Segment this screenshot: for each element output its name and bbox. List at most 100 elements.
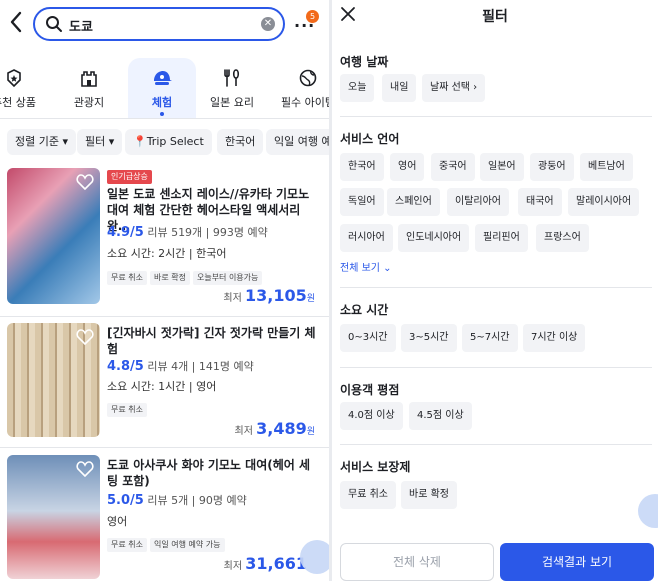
chat-assistant-icon[interactable] bbox=[638, 494, 658, 528]
trending-badge: 인기급상승 bbox=[107, 170, 152, 184]
option-language[interactable]: 베트남어 bbox=[580, 153, 633, 181]
chevron-right-icon: › bbox=[473, 82, 478, 93]
language: 영어 bbox=[107, 515, 128, 528]
search-bar: 도쿄 ✕ ··· 5 bbox=[0, 4, 329, 44]
rating-line: 4.8/5 리뷰 4개 | 141명 예약 bbox=[107, 359, 254, 374]
divider bbox=[340, 287, 652, 288]
heart-icon[interactable] bbox=[76, 461, 94, 477]
tab-experience[interactable]: 체험 bbox=[128, 58, 196, 118]
view-all-label: 전체 보기 bbox=[340, 263, 380, 274]
clear-icon[interactable]: ✕ bbox=[261, 17, 275, 31]
divider bbox=[340, 367, 652, 368]
utensils-icon bbox=[224, 69, 240, 87]
search-input[interactable]: 도쿄 ✕ bbox=[33, 7, 285, 41]
section-title-language: 서비스 언어 bbox=[340, 132, 400, 146]
option-duration[interactable]: 7시간 이상 bbox=[523, 324, 586, 352]
meta-line: 소요 시간: 2시간 | 한국어 bbox=[107, 247, 227, 260]
option-language[interactable]: 한국어 bbox=[340, 153, 384, 181]
sort-chip[interactable]: 정렬 기준 ▾ bbox=[7, 129, 77, 155]
tab-japanese-food[interactable]: 일본 요리 bbox=[200, 58, 264, 118]
option-language[interactable]: 러시아어 bbox=[340, 224, 393, 252]
chip-label: 익일 여행 예 bbox=[274, 135, 329, 148]
heart-icon[interactable] bbox=[76, 329, 94, 345]
rating-value: 4.8 bbox=[107, 359, 131, 374]
product-card[interactable]: 도쿄 아사쿠사 화야 기모노 대여(헤어 세팅 포함) 5.0/5 리뷰 5개 … bbox=[0, 455, 329, 581]
tag-row: 무료 취소 익일 여행 예약 가능 bbox=[107, 532, 228, 552]
option-language[interactable]: 말레이시아어 bbox=[568, 188, 640, 216]
booking-count: 993명 예약 bbox=[212, 226, 268, 239]
option-language[interactable]: 스페인어 bbox=[387, 188, 440, 216]
tag: 무료 취소 bbox=[107, 538, 147, 552]
option-language[interactable]: 일본어 bbox=[480, 153, 524, 181]
chat-assistant-icon[interactable] bbox=[300, 540, 329, 574]
option-pick-date[interactable]: 날짜 선택 › bbox=[422, 74, 486, 102]
search-results-panel: 도쿄 ✕ ··· 5 추천 상품 관광지 체험 일본 요리 필수 아이템 정 bbox=[0, 0, 329, 581]
option-instant-confirm[interactable]: 바로 확정 bbox=[401, 481, 457, 509]
option-language[interactable]: 영어 bbox=[390, 153, 425, 181]
option-duration[interactable]: 3~5시간 bbox=[401, 324, 457, 352]
tab-essentials[interactable]: 필수 아이템 bbox=[273, 58, 329, 118]
back-arrow-icon[interactable] bbox=[8, 10, 24, 34]
option-rating[interactable]: 4.0점 이상 bbox=[340, 402, 403, 430]
notification-badge: 5 bbox=[306, 10, 319, 23]
option-today[interactable]: 오늘 bbox=[340, 74, 375, 102]
duration: 소요 시간: 1시간 bbox=[107, 380, 186, 393]
view-all-link[interactable]: 전체 보기 ⌄ bbox=[340, 259, 392, 274]
product-card[interactable]: [긴자바시 젓가락] 긴자 젓가락 만들기 체험 4.8/5 리뷰 4개 | 1… bbox=[0, 323, 329, 443]
price-value: 3,489 bbox=[256, 419, 307, 438]
price: 최저 13,105원 bbox=[223, 286, 315, 305]
option-free-cancel[interactable]: 무료 취소 bbox=[340, 481, 396, 509]
option-tomorrow[interactable]: 내일 bbox=[382, 74, 417, 102]
rating-line: 5.0/5 리뷰 5개 | 90명 예약 bbox=[107, 493, 247, 508]
language: 영어 bbox=[196, 380, 217, 393]
duration: 소요 시간: 2시간 bbox=[107, 247, 186, 260]
tag-row: 무료 취소 bbox=[107, 397, 150, 417]
price-value: 13,105 bbox=[244, 286, 307, 305]
tag: 오늘부터 이용가능 bbox=[192, 271, 263, 285]
tag: 무료 취소 bbox=[107, 403, 147, 417]
globe-icon bbox=[299, 69, 317, 87]
tab-label: 체험 bbox=[151, 96, 173, 109]
option-language[interactable]: 태국어 bbox=[518, 188, 562, 216]
divider bbox=[0, 316, 329, 317]
option-language[interactable]: 독일어 bbox=[340, 188, 384, 216]
tag-row: 무료 취소 바로 확정 오늘부터 이용가능 bbox=[107, 265, 265, 285]
next-day-chip[interactable]: 익일 여행 예 bbox=[266, 129, 329, 155]
option-language[interactable]: 인도네시아어 bbox=[398, 224, 470, 252]
option-language[interactable]: 필리핀어 bbox=[475, 224, 528, 252]
tab-attractions[interactable]: 관광지 bbox=[57, 58, 121, 118]
panel-title: 필터 bbox=[482, 9, 508, 25]
product-title: 도쿄 아사쿠사 화야 기모노 대여(헤어 세팅 포함) bbox=[107, 458, 311, 488]
currency: 원 bbox=[306, 427, 315, 437]
tab-label: 일본 요리 bbox=[210, 96, 254, 109]
option-language[interactable]: 프랑스어 bbox=[536, 224, 589, 252]
apply-button[interactable]: 검색결과 보기 bbox=[500, 543, 654, 581]
review-count: 리뷰 5개 bbox=[147, 494, 189, 507]
search-query: 도쿄 bbox=[69, 20, 93, 35]
booking-count: 141명 예약 bbox=[198, 360, 254, 373]
heart-icon[interactable] bbox=[76, 174, 94, 190]
korean-chip[interactable]: 한국어 bbox=[217, 129, 264, 155]
option-language[interactable]: 중국어 bbox=[431, 153, 475, 181]
currency: 원 bbox=[306, 294, 315, 304]
option-rating[interactable]: 4.5점 이상 bbox=[409, 402, 472, 430]
tab-recommended[interactable]: 추천 상품 bbox=[0, 58, 46, 118]
castle-icon bbox=[81, 71, 97, 87]
price-value: 31,661 bbox=[245, 554, 307, 573]
price: 최저 31,661 bbox=[224, 554, 307, 573]
reset-button[interactable]: 전체 삭제 bbox=[340, 543, 494, 581]
chip-label: 정렬 기준 bbox=[15, 135, 59, 148]
pin-icon: 📍 bbox=[133, 135, 147, 148]
option-duration[interactable]: 5~7시간 bbox=[462, 324, 518, 352]
divider bbox=[340, 444, 652, 445]
product-image bbox=[7, 323, 100, 437]
option-language[interactable]: 광둥어 bbox=[530, 153, 574, 181]
product-card[interactable]: 인기급상승 일본 도쿄 센소지 레이스//유카타 기모노 대여 체험 간단한 헤… bbox=[0, 168, 329, 313]
meta-line: 영어 bbox=[107, 513, 127, 529]
tab-label: 필수 아이템 bbox=[280, 96, 329, 109]
trip-select-chip[interactable]: 📍Trip Select bbox=[125, 129, 212, 155]
chip-label: 한국어 bbox=[225, 135, 256, 148]
option-language[interactable]: 이탈리아어 bbox=[447, 188, 509, 216]
filter-chip[interactable]: 필터 ▾ bbox=[77, 129, 123, 155]
option-duration[interactable]: 0~3시간 bbox=[340, 324, 396, 352]
